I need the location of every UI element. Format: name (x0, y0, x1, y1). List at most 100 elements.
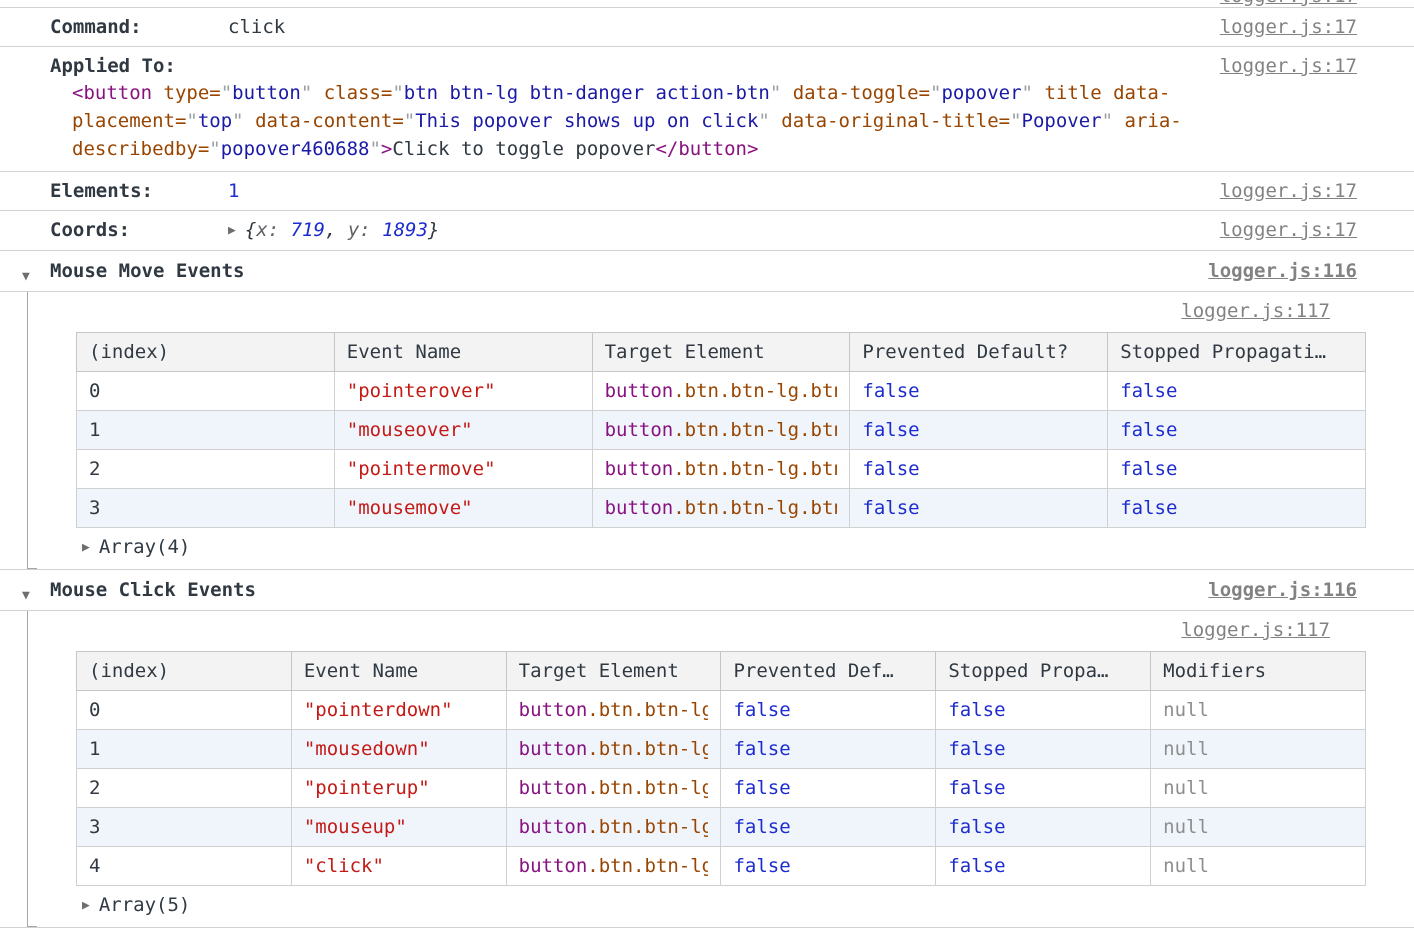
table-cell: 1 (77, 411, 335, 450)
table-row: 3"mousemove"button.btn.btn-lg.btn-danger… (77, 489, 1366, 528)
code-segment: 719 (291, 219, 325, 241)
table-cell: "pointerup" (291, 769, 506, 808)
table-cell: 4 (77, 847, 292, 886)
table-row: 0"pointerdown"button.btn.btn-lg.btn-dang… (77, 691, 1366, 730)
table-cell: null (1151, 847, 1366, 886)
console-row-partial: logger.js:17 (0, 0, 1414, 8)
array-preview-label: Array(5) (99, 894, 191, 916)
column-header[interactable]: Stopped Propa… (936, 652, 1151, 691)
code-segment: } (428, 219, 439, 241)
column-header[interactable]: (index) (77, 652, 292, 691)
code-segment: button (232, 82, 301, 104)
cell-value: null (1163, 777, 1209, 799)
group-header-mouse-move-events[interactable]: ▼ Mouse Move Events logger.js:116 (0, 251, 1414, 292)
array-preview-row[interactable]: ▶ Array(5) (28, 886, 1414, 919)
table-cell: button.btn.btn-lg.btn-danger.action-btn (592, 411, 850, 450)
cell-value: "mouseup" (304, 816, 407, 838)
cell-value: false (948, 738, 1005, 760)
table-cell: 0 (77, 372, 335, 411)
cell-value: null (1163, 816, 1209, 838)
cell-value: false (1120, 419, 1177, 441)
code-segment: " (770, 82, 781, 104)
code-segment: btn btn-lg btn-danger action-btn (404, 82, 770, 104)
group-header-mouse-click-events[interactable]: ▼ Mouse Click Events logger.js:116 (0, 570, 1414, 611)
expand-arrow-icon[interactable]: ▶ (228, 218, 236, 244)
table-cell: false (1108, 450, 1366, 489)
cell-value: "pointermove" (347, 458, 496, 480)
cell-value: 2 (89, 777, 100, 799)
table-cell: 2 (77, 769, 292, 808)
table-log-line: logger.js:117 (28, 296, 1414, 326)
collapse-arrow-icon[interactable]: ▼ (22, 583, 30, 609)
source-link[interactable]: logger.js:17 (1220, 0, 1357, 8)
code-segment: top (198, 110, 232, 132)
cell-value: false (733, 777, 790, 799)
array-preview-row[interactable]: ▶Array(4) (28, 528, 1414, 561)
cell-value: false (1120, 380, 1177, 402)
cell-value: false (733, 699, 790, 721)
column-header[interactable]: Event Name (334, 333, 592, 372)
group-title: Mouse Move Events (50, 260, 244, 282)
table-row: 1"mouseover"button.btn.btn-lg.btn-danger… (77, 411, 1366, 450)
group-title: Mouse Click Events (50, 579, 256, 601)
collapse-arrow-icon[interactable]: ▼ (22, 264, 30, 290)
code-segment: y: (348, 219, 382, 241)
cell-value: "pointerover" (347, 380, 496, 402)
code-segment: Click to toggle popover (392, 138, 655, 160)
source-link[interactable]: logger.js:116 (1208, 258, 1357, 284)
table-row: 4"click"button.btn.btn-lg.btn-danger.act… (77, 847, 1366, 886)
expand-arrow-icon[interactable]: ▶ (82, 535, 90, 561)
command-value: click (228, 16, 285, 38)
column-header[interactable]: Event Name (291, 652, 506, 691)
coords-object-preview[interactable]: {x: 719, y: 1893} (245, 219, 440, 241)
source-link[interactable]: logger.js:116 (1208, 577, 1357, 603)
node-classes: .btn.btn-lg.btn-danger.action-btn (673, 497, 837, 519)
group-content-mouse-click-events: logger.js:117 (index)Event NameTarget El… (0, 611, 1414, 928)
column-header[interactable]: (index) (77, 333, 335, 372)
source-link[interactable]: logger.js:117 (1181, 617, 1330, 643)
source-link[interactable]: logger.js:17 (1220, 217, 1357, 243)
console-row-applied-to: Applied To: logger.js:17 <button type="b… (0, 47, 1414, 172)
code-segment: " (301, 82, 312, 104)
column-header[interactable]: Target Element (506, 652, 721, 691)
table-cell: "mouseup" (291, 808, 506, 847)
table-cell: false (936, 847, 1151, 886)
group-body: logger.js:117 (index)Event NameTarget El… (27, 611, 1414, 927)
code-segment: { (245, 219, 256, 241)
code-segment: describedby= (72, 138, 209, 160)
source-link[interactable]: logger.js:17 (1220, 53, 1357, 79)
cell-value: 3 (89, 816, 100, 838)
expand-arrow-icon[interactable]: ▶ (82, 893, 90, 919)
source-link[interactable]: logger.js:17 (1220, 178, 1357, 204)
code-segment: <button (72, 82, 152, 104)
group-body: logger.js:117 (index)Event NameTarget El… (27, 292, 1414, 569)
source-link[interactable]: logger.js:17 (1220, 14, 1357, 40)
table-cell: false (850, 372, 1108, 411)
devtools-console: logger.js:17 Command:click logger.js:17 … (0, 0, 1414, 928)
cell-value: false (733, 816, 790, 838)
source-link[interactable]: logger.js:117 (1181, 298, 1330, 324)
column-header[interactable]: Prevented Default? (850, 333, 1108, 372)
table-cell: false (721, 769, 936, 808)
table-cell: false (1108, 489, 1366, 528)
table-cell: "pointerover" (334, 372, 592, 411)
column-header[interactable]: Stopped Propagati… (1108, 333, 1366, 372)
node-tag: button (605, 380, 674, 402)
table-row: 2"pointermove"button.btn.btn-lg.btn-dang… (77, 450, 1366, 489)
code-segment: " (1010, 110, 1021, 132)
column-header[interactable]: Modifiers (1151, 652, 1366, 691)
node-classes: .btn.btn-lg.btn-danger.action-btn (673, 458, 837, 480)
table-cell: button.btn.btn-lg.btn-danger.action-btn (506, 730, 721, 769)
column-header[interactable]: Target Element (592, 333, 850, 372)
applied-to-html[interactable]: <button type="button" class="btn btn-lg … (72, 79, 1414, 163)
column-header[interactable]: Prevented Def… (721, 652, 936, 691)
table-cell: null (1151, 691, 1366, 730)
code-segment: > (381, 138, 392, 160)
cell-value: false (733, 855, 790, 877)
node-classes: .btn.btn-lg.btn-danger.action-btn (587, 738, 708, 760)
table-cell: 1 (77, 730, 292, 769)
table-cell: "click" (291, 847, 506, 886)
code-segment: </button> (655, 138, 758, 160)
cell-value: null (1163, 855, 1209, 877)
html-line: <button type="button" class="btn btn-lg … (72, 79, 1414, 107)
